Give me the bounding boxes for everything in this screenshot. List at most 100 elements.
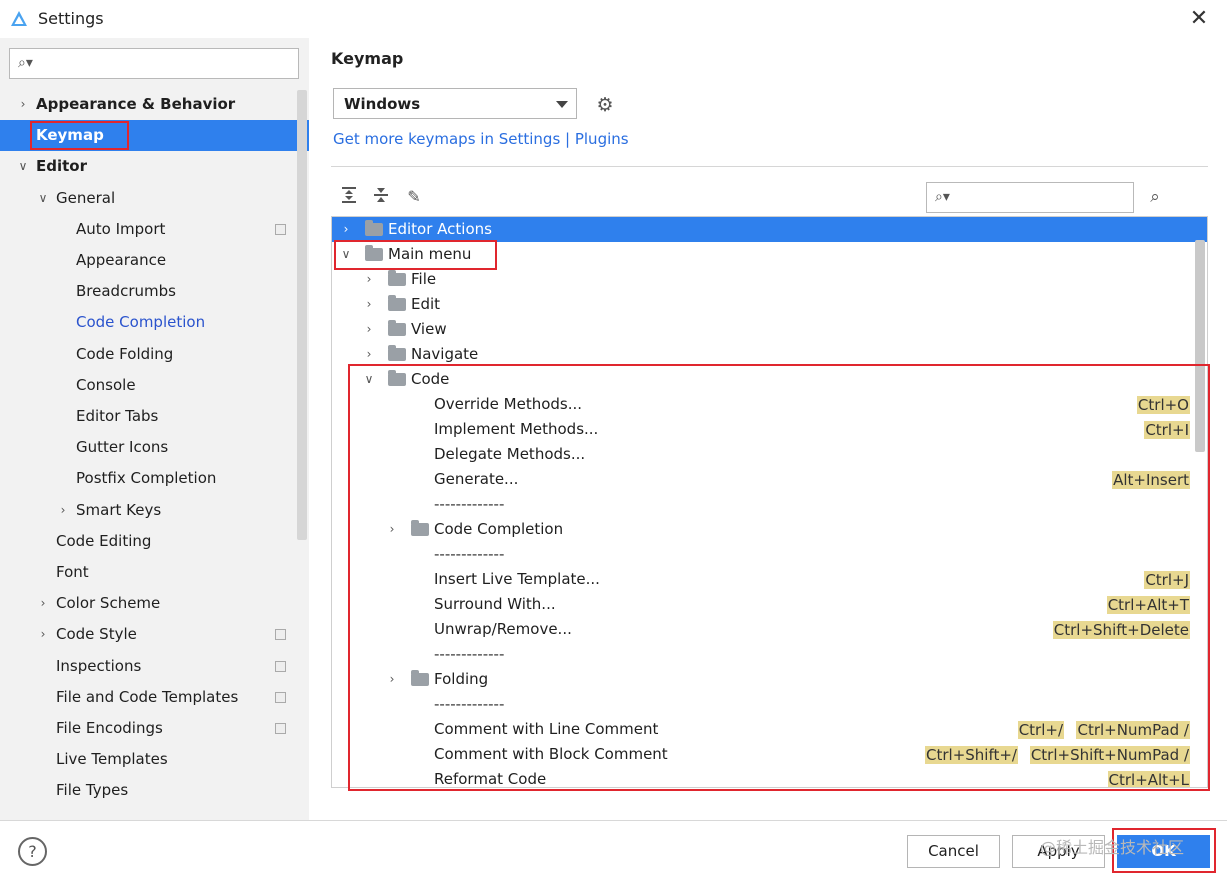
sidebar-item-label: Code Completion xyxy=(76,313,206,332)
tree-row[interactable]: Comment with Line Comment Ctrl+NumPad / Ct… xyxy=(332,717,1207,742)
sidebar-item-label: Breadcrumbs xyxy=(76,282,176,301)
chevron-right-icon[interactable]: › xyxy=(16,89,30,120)
tree-row[interactable]: Implement Methods... Ctrl+I xyxy=(332,417,1207,442)
tree-row[interactable]: Override Methods... Ctrl+O xyxy=(332,392,1207,417)
chevron-right-icon[interactable]: › xyxy=(36,588,50,619)
tree-row[interactable]: Comment with Block Comment Ctrl+Shift+Num… xyxy=(332,742,1207,767)
tree-row-label: Comment with Line Comment xyxy=(434,720,659,738)
tree-row[interactable]: Generate... Alt+Insert xyxy=(332,467,1207,492)
get-keymaps-link[interactable]: Get more keymaps in Settings | Plugins xyxy=(333,130,629,148)
cancel-button[interactable]: Cancel xyxy=(907,835,1000,868)
chevron-right-icon[interactable]: › xyxy=(363,267,375,292)
find-shortcut-icon[interactable]: ⌕ xyxy=(1144,186,1166,208)
sidebar-item[interactable]: Font xyxy=(0,557,309,588)
shortcut-badge: Ctrl+Shift+Delete xyxy=(1052,621,1190,639)
chevron-right-icon[interactable]: › xyxy=(363,317,375,342)
sidebar-item[interactable]: ∨ General xyxy=(0,183,309,214)
tree-row-label: ------------- xyxy=(434,645,505,663)
chevron-right-icon[interactable]: › xyxy=(363,342,375,367)
tree-row[interactable]: ∨ Main menu xyxy=(332,242,1207,267)
shortcut-badge: Ctrl+Alt+L xyxy=(1107,771,1190,788)
sidebar-item-label: General xyxy=(56,188,116,207)
tree-row[interactable]: › Editor Actions xyxy=(332,217,1207,242)
tree-row-label: Unwrap/Remove... xyxy=(434,620,572,638)
tree-row[interactable]: › Edit xyxy=(332,292,1207,317)
tree-row-label: ------------- xyxy=(434,695,505,713)
sidebar-item[interactable]: File Encodings xyxy=(0,713,309,744)
keymap-search-input[interactable]: ⌕▾ xyxy=(926,182,1134,213)
sidebar-item[interactable]: Console xyxy=(0,370,309,401)
tree-row[interactable]: Insert Live Template... Ctrl+J xyxy=(332,567,1207,592)
sidebar-item[interactable]: Postfix Completion xyxy=(0,463,309,494)
sidebar-item[interactable]: Editor Tabs xyxy=(0,401,309,432)
copy-icon xyxy=(275,691,286,703)
sidebar-item[interactable]: Gutter Icons xyxy=(0,432,309,463)
edit-icon[interactable]: ✎ xyxy=(403,186,425,208)
tree-row[interactable]: › View xyxy=(332,317,1207,342)
chevron-right-icon[interactable]: › xyxy=(56,495,70,526)
sidebar-search-input[interactable]: ⌕▾ xyxy=(9,48,299,79)
sidebar-item[interactable]: › Code Style xyxy=(0,619,309,650)
copy-icon xyxy=(275,629,286,641)
chevron-down-icon[interactable]: ∨ xyxy=(340,242,352,267)
sidebar-scrollbar[interactable] xyxy=(297,90,307,540)
ok-button[interactable]: OK xyxy=(1117,835,1210,868)
folder-icon xyxy=(388,270,406,286)
sidebar-item-label: Gutter Icons xyxy=(76,438,169,457)
sidebar-item-label: Auto Import xyxy=(76,219,166,238)
shortcut-badge: Ctrl+Shift+/ xyxy=(925,746,1018,764)
tree-row[interactable]: › Code Completion xyxy=(332,517,1207,542)
sidebar-item[interactable]: Auto Import xyxy=(0,214,309,245)
chevron-right-icon[interactable]: › xyxy=(386,667,398,692)
chevron-right-icon[interactable]: › xyxy=(363,292,375,317)
tree-row[interactable]: › Folding xyxy=(332,667,1207,692)
tree-row-label: Comment with Block Comment xyxy=(434,745,668,763)
help-icon[interactable]: ? xyxy=(18,837,47,866)
sidebar-item[interactable]: Appearance xyxy=(0,245,309,276)
shortcut-badge: Ctrl+J xyxy=(1144,571,1190,589)
tree-row-label: Navigate xyxy=(411,345,479,363)
keymap-select[interactable]: Windows xyxy=(333,88,577,119)
sidebar-item[interactable]: Breadcrumbs xyxy=(0,276,309,307)
tree-row[interactable]: ∨ Code xyxy=(332,367,1207,392)
gear-icon[interactable]: ⚙ xyxy=(594,94,616,116)
chevron-right-icon[interactable]: › xyxy=(340,217,352,242)
sidebar-item[interactable]: › Color Scheme xyxy=(0,588,309,619)
chevron-down-icon[interactable]: ∨ xyxy=(16,151,30,182)
chevron-right-icon[interactable]: › xyxy=(386,517,398,542)
tree-row[interactable]: Reformat Code Ctrl+Alt+L xyxy=(332,767,1207,788)
tree-row[interactable]: Unwrap/Remove... Ctrl+Shift+Delete xyxy=(332,617,1207,642)
close-icon[interactable]: ✕ xyxy=(1186,6,1212,32)
chevron-right-icon[interactable]: › xyxy=(36,619,50,650)
tree-row[interactable]: › Navigate xyxy=(332,342,1207,367)
tree-separator: ------------- xyxy=(332,542,1207,567)
sidebar-item-label: Appearance & Behavior xyxy=(36,95,236,113)
sidebar-item-label: Inspections xyxy=(56,656,142,675)
sidebar-item[interactable]: Code Folding xyxy=(0,339,309,370)
sidebar-item[interactable]: › Smart Keys xyxy=(0,495,309,526)
sidebar-item-label: Color Scheme xyxy=(56,594,161,613)
chevron-down-icon[interactable]: ∨ xyxy=(36,183,50,214)
sidebar-item[interactable]: Code Completion xyxy=(0,307,309,338)
sidebar-item[interactable]: File Types xyxy=(0,775,309,806)
keymap-select-value: Windows xyxy=(344,95,421,113)
sidebar-item[interactable]: › Appearance & Behavior xyxy=(0,89,309,120)
sidebar-item[interactable]: Code Editing xyxy=(0,526,309,557)
sidebar-item[interactable]: Keymap xyxy=(0,120,309,152)
sidebar-item[interactable]: Inspections xyxy=(0,651,309,682)
collapse-all-icon[interactable] xyxy=(370,186,392,208)
chevron-down-icon[interactable]: ∨ xyxy=(363,367,375,392)
search-icon: ⌕▾ xyxy=(935,189,950,205)
tree-row[interactable]: Delegate Methods... xyxy=(332,442,1207,467)
tree-row[interactable]: › File xyxy=(332,267,1207,292)
shortcut-badge: Ctrl+Shift+NumPad / xyxy=(1029,746,1190,764)
apply-button[interactable]: Apply xyxy=(1012,835,1105,868)
shortcut-badge: Ctrl+O xyxy=(1136,396,1190,414)
sidebar-item[interactable]: File and Code Templates xyxy=(0,682,309,713)
sidebar-item[interactable]: ∨ Editor xyxy=(0,151,309,182)
sidebar-item[interactable]: Live Templates xyxy=(0,744,309,775)
expand-all-icon[interactable] xyxy=(338,186,360,208)
tree-row[interactable]: Surround With... Ctrl+Alt+T xyxy=(332,592,1207,617)
sidebar-item-label: File Encodings xyxy=(56,719,163,737)
tree-scrollbar[interactable] xyxy=(1195,240,1205,452)
